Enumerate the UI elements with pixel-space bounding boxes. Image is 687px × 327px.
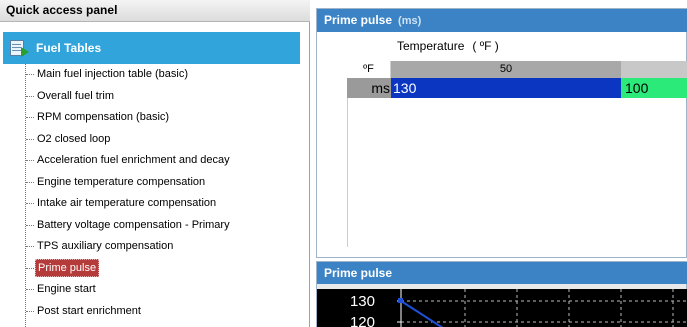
tree-item-post-start-enrichment[interactable]: Post start enrichment (26, 301, 143, 322)
column-header-50[interactable]: 50 (391, 61, 621, 78)
tree-item-engine-start[interactable]: Engine start (26, 279, 98, 300)
chart-panel-title: Prime pulse (317, 262, 687, 284)
prime-pulse-chart-panel: Prime pulse 130 120 (316, 261, 687, 327)
quick-access-panel-title: Quick access panel (0, 0, 310, 22)
tree-item-overall-fuel-trim[interactable]: Overall fuel trim (26, 86, 116, 107)
tree-item-rpm-compensation[interactable]: RPM compensation (basic) (26, 107, 171, 128)
tree-item-engine-temperature-compensation[interactable]: Engine temperature compensation (26, 172, 207, 193)
series-line (400, 300, 444, 327)
y-tick-label-120: 120 (350, 314, 375, 327)
y-tick-label-130: 130 (350, 293, 375, 310)
row-header-ms: ms (347, 78, 391, 98)
column-header-next[interactable] (621, 61, 687, 78)
tree-item-tps-auxiliary-compensation[interactable]: TPS auxiliary compensation (26, 236, 175, 257)
group-fuel-tables[interactable]: Fuel Tables (3, 32, 300, 64)
group-label: Fuel Tables (36, 41, 102, 55)
tree-item-battery-voltage-compensation[interactable]: Battery voltage compensation - Primary (26, 215, 232, 236)
prime-pulse-table-panel: Prime pulse (ms) Temperature( ºF ) ºF 50 … (316, 8, 687, 258)
tree-item-acceleration-enrichment[interactable]: Acceleration fuel enrichment and decay (26, 150, 232, 171)
tree-item-intake-air-temperature-compensation[interactable]: Intake air temperature compensation (26, 193, 218, 214)
tree-item-prime-pulse[interactable]: Prime pulse (26, 258, 100, 279)
table-cell[interactable]: 100 (621, 78, 687, 98)
fuel-tables-icon (8, 38, 32, 58)
chart-svg: 130 120 (350, 289, 687, 327)
chart-area[interactable]: 130 120 (317, 289, 687, 327)
quick-access-panel: Quick access panel Fuel Tables Main fuel… (0, 0, 310, 327)
data-point[interactable] (398, 298, 403, 303)
tree-item-main-fuel-injection-table[interactable]: Main fuel injection table (basic) (26, 64, 190, 85)
table-panel-title: Prime pulse (ms) (317, 9, 687, 32)
table-cell-selected[interactable]: 130 (391, 78, 621, 98)
table-panel-unit: (ms) (398, 15, 422, 27)
table-corner-label: ºF (347, 61, 391, 78)
tree-item-o2-closed-loop[interactable]: O2 closed loop (26, 129, 112, 150)
temperature-axis-label: Temperature( ºF ) (397, 39, 499, 53)
temperature-axis-unit: ( ºF ) (472, 39, 499, 53)
